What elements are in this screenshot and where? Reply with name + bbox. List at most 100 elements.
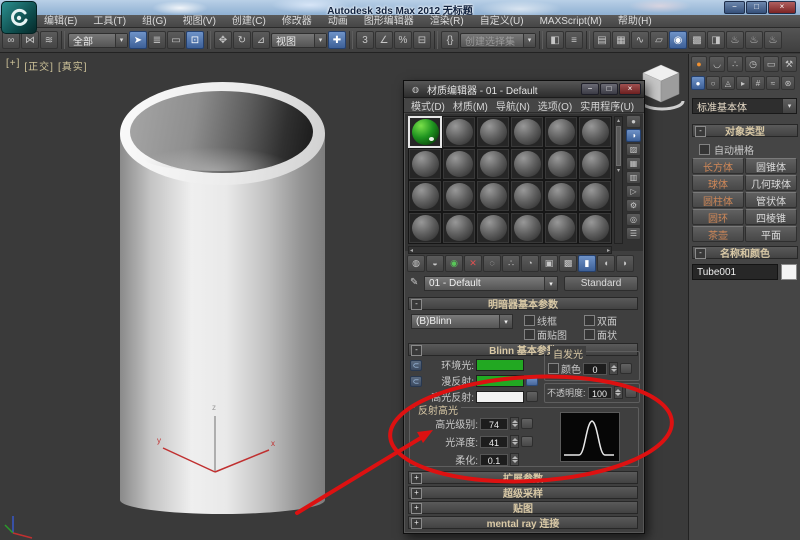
diffuse-color-swatch[interactable]: [476, 375, 524, 387]
shader-basic-params-rollout[interactable]: - 明暗器基本参数: [408, 297, 638, 310]
hierarchy-tab-icon[interactable]: ∴: [727, 56, 743, 72]
helpers-category-icon[interactable]: #: [751, 76, 765, 90]
viewport-menu-shading[interactable]: [真实]: [58, 58, 88, 73]
go-to-parent-icon[interactable]: ◖: [597, 255, 615, 272]
material-slot[interactable]: [408, 148, 442, 180]
chevron-down-icon[interactable]: ▾: [782, 99, 796, 113]
glossiness-spinner[interactable]: [510, 435, 519, 448]
specular-map-button[interactable]: [526, 391, 538, 402]
material-slot[interactable]: [510, 212, 544, 244]
material-slot[interactable]: [510, 180, 544, 212]
create-tab-icon[interactable]: ●: [691, 56, 707, 72]
mental-ray-rollout[interactable]: + mental ray 连接: [408, 516, 638, 529]
maximize-button[interactable]: □: [746, 1, 767, 14]
name-and-color-rollout[interactable]: - 名称和颜色: [692, 246, 798, 259]
reset-map-icon[interactable]: ✕: [464, 255, 482, 272]
geometry-category-icon[interactable]: ●: [691, 76, 705, 90]
material-map-navigator-icon[interactable]: ☰: [626, 227, 641, 240]
glossiness-value[interactable]: 41: [480, 436, 508, 448]
teapot-button[interactable]: 茶壶: [692, 226, 744, 242]
systems-category-icon[interactable]: ⊛: [781, 76, 795, 90]
menu-animation[interactable]: 动画: [320, 15, 356, 28]
extended-params-rollout[interactable]: + 扩展参数: [408, 471, 638, 484]
selection-filter-dropdown[interactable]: 全部 ▾: [68, 33, 128, 48]
maps-rollout[interactable]: + 贴图: [408, 501, 638, 514]
chevron-down-icon[interactable]: ▾: [544, 277, 557, 290]
specular-level-value[interactable]: 74: [480, 418, 508, 430]
material-slot[interactable]: [578, 212, 612, 244]
viewport[interactable]: [+] [正交] [真实] z y x: [0, 53, 800, 540]
self-illum-map-button[interactable]: [620, 363, 632, 374]
display-tab-icon[interactable]: ▭: [763, 56, 779, 72]
render-setup-icon[interactable]: ▩: [688, 31, 706, 49]
two-sided-option[interactable]: 双面: [584, 313, 617, 328]
material-slot[interactable]: [476, 116, 510, 148]
material-slot[interactable]: [476, 212, 510, 244]
expand-icon[interactable]: +: [411, 473, 422, 484]
material-id-channel-icon[interactable]: ◔: [521, 255, 539, 272]
assign-material-to-selection-icon[interactable]: ◉: [445, 255, 463, 272]
material-slot[interactable]: [544, 180, 578, 212]
material-slot[interactable]: [544, 148, 578, 180]
expand-icon[interactable]: +: [411, 518, 422, 529]
reference-coordinate-dropdown[interactable]: 视图 ▾: [271, 33, 327, 48]
keyboard-shortcut-override-icon[interactable]: {}: [441, 31, 459, 49]
snap-toggle-3d-icon[interactable]: 3: [356, 31, 374, 49]
material-slot[interactable]: [442, 180, 476, 212]
application-button[interactable]: [1, 1, 37, 34]
spinner-snap-icon[interactable]: ⊟: [413, 31, 431, 49]
chevron-down-icon[interactable]: ▾: [115, 34, 127, 47]
render-icon[interactable]: ♨: [764, 31, 782, 49]
expand-icon[interactable]: +: [411, 503, 422, 514]
self-illum-spinner[interactable]: [609, 362, 618, 375]
scroll-down-icon[interactable]: ▾: [615, 167, 622, 175]
select-and-move-icon[interactable]: ✥: [214, 31, 232, 49]
material-slot[interactable]: [442, 148, 476, 180]
material-slot[interactable]: [544, 116, 578, 148]
faceted-checkbox[interactable]: [584, 329, 595, 340]
collapse-icon[interactable]: -: [411, 345, 422, 356]
menu-rendering[interactable]: 渲染(R): [422, 15, 472, 28]
video-color-check-icon[interactable]: ▥: [626, 171, 641, 184]
shader-type-dropdown[interactable]: (B)Blinn ▾: [411, 314, 513, 329]
scrollbar-thumb[interactable]: [616, 126, 621, 166]
wireframe-checkbox[interactable]: [524, 315, 535, 326]
material-slot[interactable]: [510, 116, 544, 148]
sample-type-icon[interactable]: ●: [626, 115, 641, 128]
me-close-button[interactable]: ×: [619, 83, 641, 95]
chevron-down-icon[interactable]: ▾: [314, 34, 326, 47]
object-type-rollout[interactable]: - 对象类型: [692, 124, 798, 137]
get-material-icon[interactable]: ◍: [407, 255, 425, 272]
two-sided-checkbox[interactable]: [584, 315, 595, 326]
angle-snap-icon[interactable]: ∠: [375, 31, 393, 49]
ambient-diffuse-lock-icon[interactable]: ⊂: [410, 360, 422, 371]
put-material-to-scene-icon[interactable]: ◒: [426, 255, 444, 272]
rectangular-region-icon[interactable]: ▭: [167, 31, 185, 49]
scroll-up-icon[interactable]: ▴: [615, 117, 622, 125]
show-map-in-viewport-icon[interactable]: ▣: [540, 255, 558, 272]
viewport-menu-general[interactable]: [+]: [6, 58, 20, 73]
percent-snap-icon[interactable]: %: [394, 31, 412, 49]
make-preview-icon[interactable]: ▷: [626, 185, 641, 198]
rendered-frame-window-icon[interactable]: ◨: [707, 31, 725, 49]
lights-category-icon[interactable]: ◬: [721, 76, 735, 90]
material-slot[interactable]: [408, 212, 442, 244]
mirror-icon[interactable]: ◧: [546, 31, 564, 49]
sample-uv-tiling-icon[interactable]: ▦: [626, 157, 641, 170]
menu-graph-editors[interactable]: 图形编辑器: [356, 15, 422, 28]
align-icon[interactable]: ≡: [565, 31, 583, 49]
material-slot[interactable]: [510, 148, 544, 180]
window-crossing-icon[interactable]: ⊡: [186, 31, 204, 49]
material-slot[interactable]: [476, 148, 510, 180]
object-color-swatch[interactable]: [781, 264, 797, 280]
collapse-icon[interactable]: -: [411, 299, 422, 310]
me-menu-options[interactable]: 选项(O): [534, 98, 576, 113]
soften-spinner[interactable]: [510, 453, 519, 466]
motion-tab-icon[interactable]: ◷: [745, 56, 761, 72]
menu-customize[interactable]: 自定义(U): [472, 15, 532, 28]
specular-level-spinner[interactable]: [510, 417, 519, 430]
collapse-icon[interactable]: -: [695, 126, 706, 137]
named-selection-sets-dropdown[interactable]: 创建选择集 ▾: [460, 33, 536, 48]
menu-edit[interactable]: 编辑(E): [36, 15, 85, 28]
options-icon[interactable]: ⚙: [626, 199, 641, 212]
